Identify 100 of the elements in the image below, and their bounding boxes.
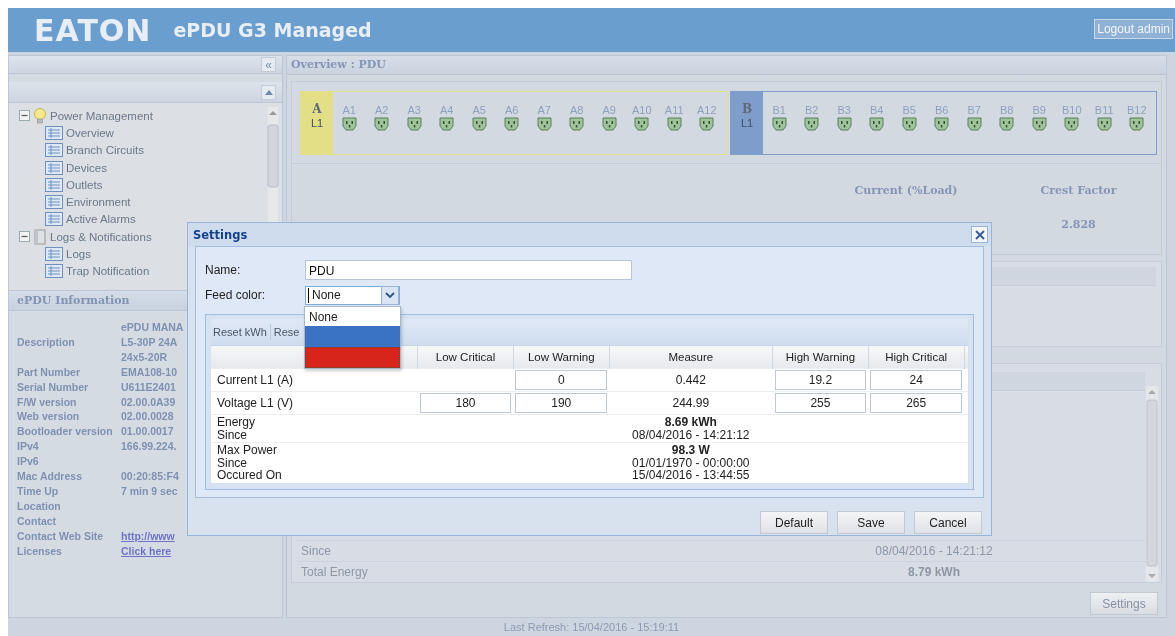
toolbar-button[interactable]: Reset kWh (212, 326, 268, 338)
app-title: ePDU G3 Managed (173, 19, 372, 41)
outlet-label: A11 (664, 104, 684, 116)
socket-icon[interactable] (1129, 117, 1145, 131)
list-icon (45, 143, 63, 158)
socket-icon[interactable] (1064, 117, 1080, 131)
tree-item[interactable]: Environment (66, 196, 131, 209)
dialog-button[interactable]: Cancel (914, 511, 982, 534)
list-icon (45, 195, 63, 210)
field-label: Feed color: (205, 288, 267, 302)
info-label: F/W version (17, 394, 78, 410)
socket-icon[interactable] (771, 117, 787, 131)
scroll-up-button[interactable] (261, 84, 276, 100)
threshold-field[interactable]: 265 (870, 393, 962, 413)
info-value: EMA108-10 (121, 364, 178, 380)
socket-icon[interactable] (634, 117, 650, 131)
list-icon (45, 247, 63, 261)
info-value: 166.99.224. (121, 439, 177, 455)
socket-icon[interactable] (536, 117, 552, 131)
socket-icon[interactable] (934, 117, 950, 131)
row-value: 8.79 kWh (907, 565, 961, 579)
metric-label: Crest Factor (1040, 184, 1117, 197)
close-button[interactable] (971, 226, 988, 243)
socket-icon[interactable] (406, 117, 422, 131)
name-field[interactable]: PDU (305, 260, 632, 280)
dropdown-option[interactable]: None (305, 307, 400, 326)
socket-icon[interactable] (901, 117, 917, 131)
book-icon (33, 228, 47, 245)
socket-icon[interactable] (836, 117, 852, 131)
tree-item[interactable]: Trap Notification (66, 265, 150, 278)
logo: EATON (34, 12, 152, 48)
threshold-field[interactable]: 24 (870, 370, 962, 390)
dialog-button[interactable]: Save (837, 511, 905, 534)
socket-icon[interactable] (1031, 117, 1047, 131)
info-label: IPv4 (17, 439, 40, 455)
socket-icon[interactable] (471, 117, 487, 131)
feed-color-dropdown[interactable]: None (305, 285, 400, 305)
socket-icon[interactable] (999, 117, 1015, 131)
tree-item[interactable]: Branch Circuits (66, 144, 144, 157)
info-label: Description (17, 334, 76, 350)
color-option[interactable] (305, 347, 400, 368)
info-label: Licenses (17, 543, 63, 559)
info-label: Contact Web Site (17, 528, 105, 544)
metric-label: Current (%Load) (854, 184, 958, 197)
toolbar-button[interactable]: Rese (272, 326, 301, 338)
metric-value: 2.828 (1061, 218, 1096, 231)
outlet-label: A2 (375, 104, 389, 116)
socket-icon[interactable] (601, 117, 617, 131)
row-value: 08/04/2016 - 14:21:12 (874, 544, 994, 558)
row-label: Max Power (217, 444, 279, 457)
tree-item[interactable]: Devices (66, 161, 107, 174)
threshold-field[interactable]: 190 (515, 393, 608, 413)
threshold-field[interactable]: 180 (419, 393, 512, 413)
outlet-label: A7 (537, 104, 551, 116)
collapse-icon[interactable] (19, 231, 30, 243)
outlet-label: B1 (772, 104, 786, 116)
group-text: B (741, 102, 753, 116)
column-header: Low Critical (417, 346, 514, 369)
info-label: IPv6 (17, 454, 40, 470)
info-label: Time Up (17, 483, 60, 499)
outlet-label: B9 (1032, 104, 1046, 116)
socket-icon[interactable] (869, 117, 885, 131)
tree-item[interactable]: Overview (66, 126, 114, 139)
socket-icon[interactable] (504, 117, 520, 131)
group-text: A (312, 102, 322, 116)
lightbulb-icon (33, 107, 47, 124)
tree-item[interactable]: Active Alarms (66, 213, 136, 226)
collapse-icon[interactable] (19, 110, 30, 122)
row-label: Since (300, 544, 333, 558)
socket-icon[interactable] (699, 117, 715, 131)
outlet-label: A8 (570, 104, 584, 116)
panel-title: Overview : PDU (287, 56, 1166, 75)
socket-icon[interactable] (1096, 117, 1112, 131)
socket-icon[interactable] (804, 117, 820, 131)
info-link[interactable]: http://www (121, 528, 175, 544)
socket-icon[interactable] (341, 117, 357, 131)
field-label: Name: (205, 263, 242, 277)
tree-item[interactable]: Power Management (50, 109, 153, 122)
info-label: Part Number (17, 364, 81, 380)
tree-item[interactable]: Outlets (66, 178, 103, 191)
info-label: Location (17, 498, 62, 514)
list-icon (45, 177, 63, 192)
scrollbar[interactable] (1145, 386, 1159, 582)
threshold-field[interactable]: 19.2 (774, 370, 867, 390)
tree-item[interactable]: Logs (66, 248, 91, 260)
tree-item[interactable]: Logs & Notifications (50, 230, 152, 243)
dialog-button[interactable]: Default (760, 511, 828, 534)
color-option[interactable] (305, 326, 400, 347)
socket-icon[interactable] (374, 117, 390, 131)
row-label: Voltage L1 (V) (211, 391, 418, 415)
info-link[interactable]: Click here (121, 543, 172, 559)
threshold-field[interactable]: 255 (774, 393, 867, 413)
socket-icon[interactable] (569, 117, 585, 131)
socket-icon[interactable] (439, 117, 455, 131)
measure-value: 98.3 W (670, 444, 711, 457)
threshold-field[interactable]: 0 (515, 370, 608, 390)
socket-icon[interactable] (666, 117, 682, 131)
measure-value: 8.69 kWh (663, 416, 718, 429)
column-header: Measure (609, 346, 773, 369)
socket-icon[interactable] (966, 117, 982, 131)
